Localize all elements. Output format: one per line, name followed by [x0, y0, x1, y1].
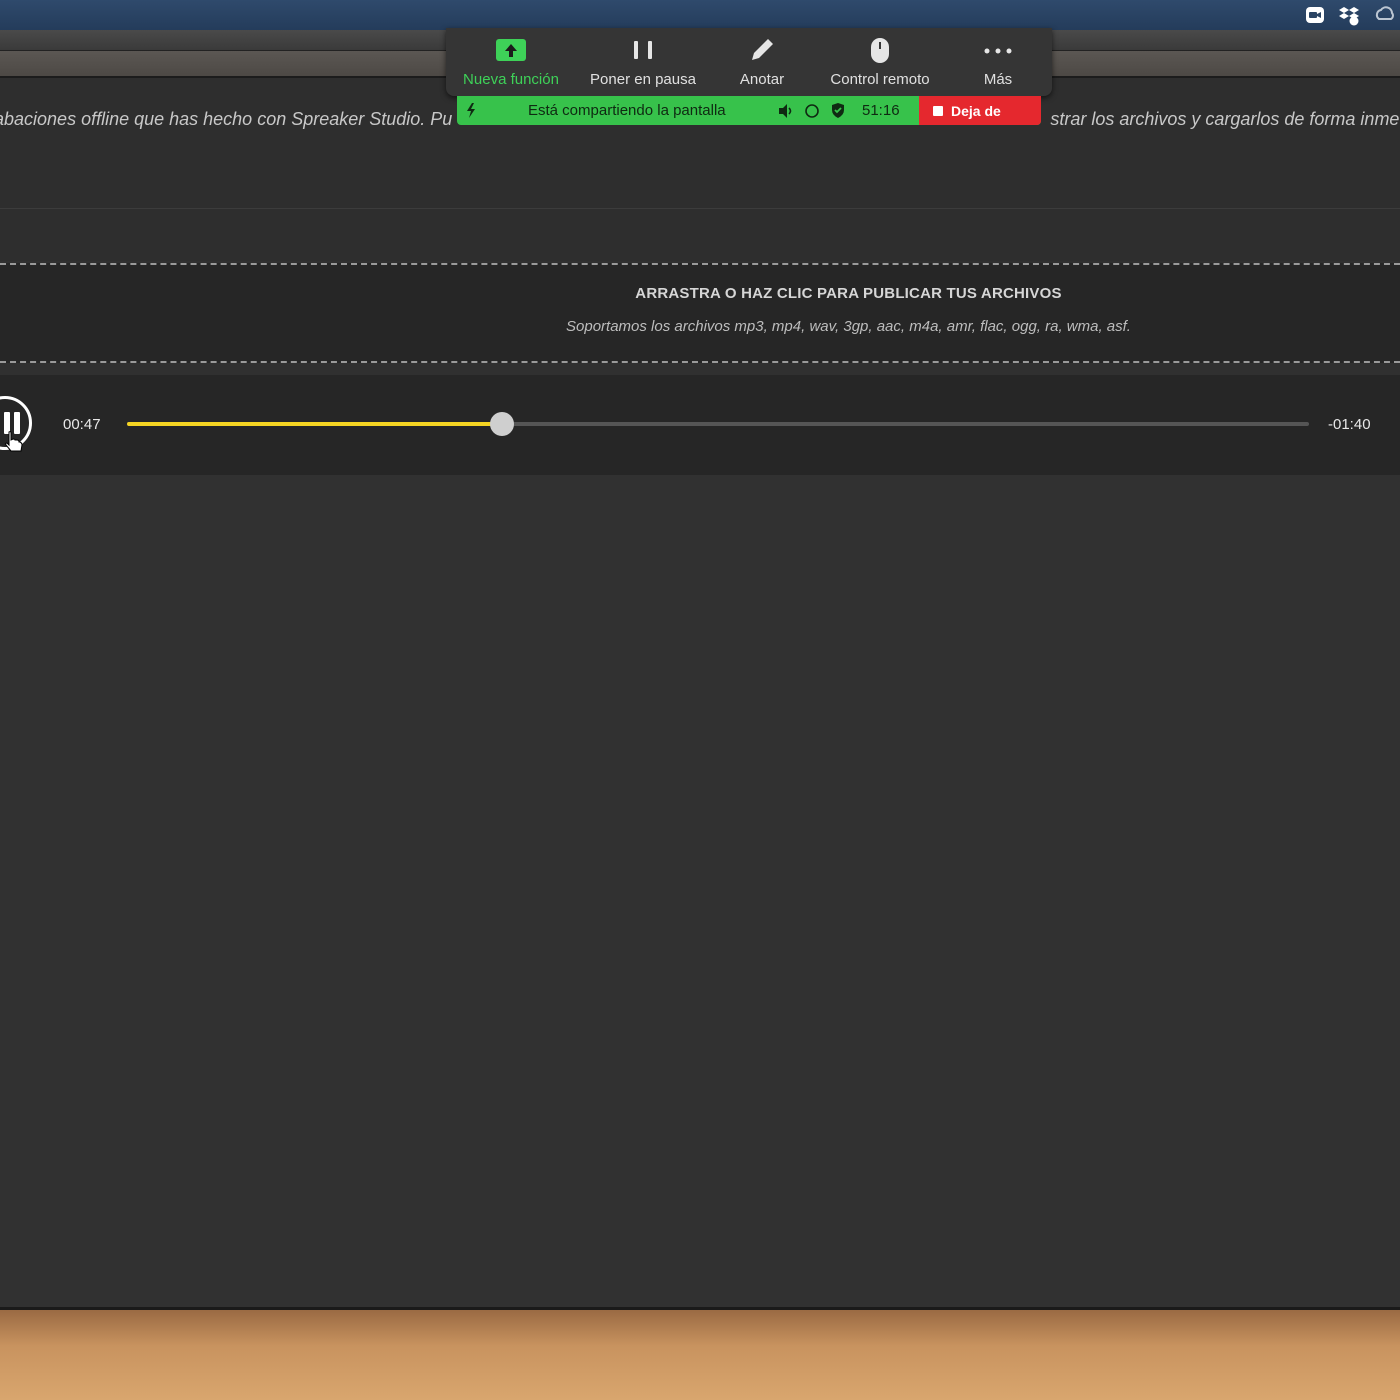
- pause-share-button[interactable]: Poner en pausa: [583, 28, 703, 96]
- security-shield-icon[interactable]: [830, 102, 846, 119]
- share-screen-icon: [496, 39, 526, 61]
- dropzone-title: ARRASTRA O HAZ CLIC PARA PUBLICAR TUS AR…: [635, 285, 1062, 302]
- stop-icon: [933, 106, 943, 116]
- spacer: [0, 209, 1400, 261]
- zoom-icon[interactable]: [1304, 4, 1326, 26]
- stop-share-label: Deja de: [951, 103, 1001, 119]
- audio-player: 00:47 -01:40: [0, 375, 1400, 475]
- speaker-icon[interactable]: [777, 103, 795, 119]
- main-content: [0, 475, 1400, 1307]
- annotate-button[interactable]: Anotar: [702, 28, 822, 96]
- progress-track[interactable]: [127, 412, 1309, 436]
- progress-thumb[interactable]: [489, 412, 514, 436]
- more-button[interactable]: Más: [938, 28, 1058, 96]
- pause-share-label: Poner en pausa: [590, 71, 696, 88]
- hand-cursor-icon: [5, 431, 23, 452]
- zoom-share-toolbar: Nueva función Poner en pausa Anotar Cont…: [446, 28, 1052, 96]
- more-label: Más: [983, 71, 1013, 88]
- more-icon: [984, 48, 1012, 54]
- sharing-status-text: Está compartiendo la pantalla: [528, 102, 726, 119]
- elapsed-time: 00:47: [63, 416, 101, 433]
- new-feature-button[interactable]: Nueva función: [451, 28, 571, 96]
- creative-cloud-icon[interactable]: [1374, 4, 1396, 26]
- pause-icon: [634, 41, 652, 59]
- progress-fill: [127, 422, 502, 426]
- mouse-icon: [871, 38, 889, 63]
- sharing-timer: 51:16: [862, 102, 900, 119]
- remote-control-button[interactable]: Control remoto: [820, 28, 940, 96]
- remote-control-label: Control remoto: [830, 71, 930, 88]
- annotate-label: Anotar: [739, 71, 785, 88]
- intro-text-right: strar los archivos y cargarlos de forma …: [1050, 109, 1400, 129]
- sharing-status-bar: Está compartiendo la pantalla 51:16 Deja…: [457, 96, 1041, 125]
- drag-handle-icon[interactable]: [463, 102, 479, 119]
- record-status-icon[interactable]: [804, 103, 820, 119]
- menu-bar: [0, 0, 1400, 30]
- desktop-background: [0, 1310, 1400, 1400]
- dropbox-icon[interactable]: [1338, 4, 1360, 26]
- pencil-icon: [752, 39, 773, 60]
- remaining-time: -01:40: [1328, 416, 1371, 433]
- new-feature-label: Nueva función: [463, 71, 559, 88]
- dropzone-subtitle: Soportamos los archivos mp3, mp4, wav, 3…: [566, 318, 1131, 335]
- upload-dropzone[interactable]: ARRASTRA O HAZ CLIC PARA PUBLICAR TUS AR…: [0, 263, 1400, 363]
- stop-share-button[interactable]: Deja de: [919, 96, 1041, 125]
